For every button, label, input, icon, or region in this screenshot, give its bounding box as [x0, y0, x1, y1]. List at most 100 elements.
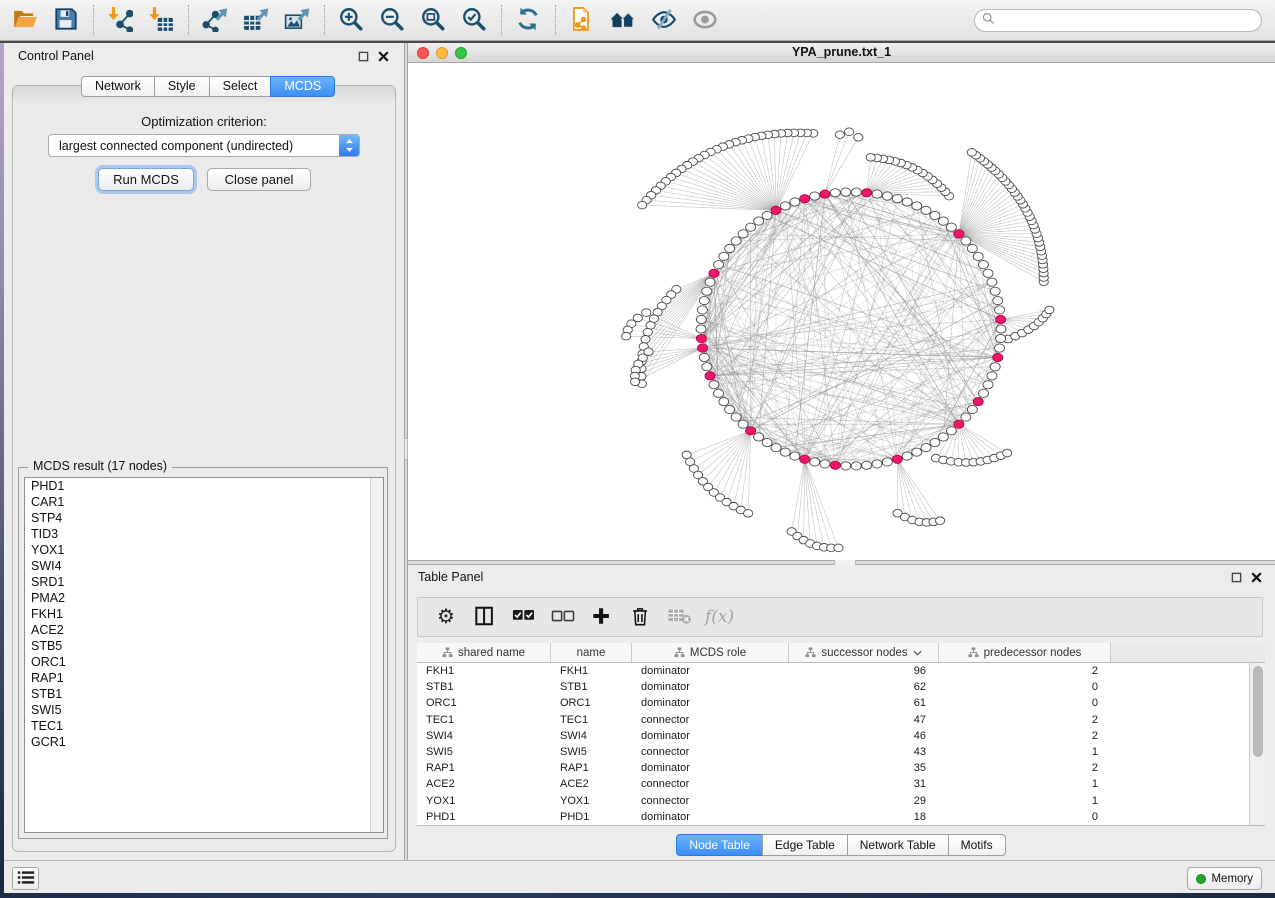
export-table-button[interactable] — [239, 4, 273, 36]
float-icon[interactable] — [1230, 571, 1243, 584]
mcds-result-item[interactable]: CAR1 — [25, 494, 383, 510]
mcds-result-item[interactable]: ORC1 — [25, 654, 383, 670]
cell-mcds-role: connector — [632, 776, 789, 792]
export-network-button[interactable] — [198, 4, 232, 36]
mcds-result-list[interactable]: PHD1CAR1STP4TID3YOX1SWI4SRD1PMA2FKH1ACE2… — [24, 477, 384, 833]
columns-button[interactable] — [471, 602, 499, 632]
mcds-result-item[interactable]: SWI4 — [25, 558, 383, 574]
table-row[interactable]: STB1STB1dominator620 — [417, 679, 1265, 695]
mcds-result-item[interactable]: YOX1 — [25, 542, 383, 558]
tab-mcds[interactable]: MCDS — [270, 76, 335, 97]
hide-selected-button[interactable] — [647, 4, 681, 36]
table-row[interactable]: TEC1TEC1connector472 — [417, 712, 1265, 728]
cell-successor-nodes: 47 — [789, 712, 939, 728]
save-session-button[interactable] — [49, 4, 83, 36]
network-window-titlebar[interactable]: YPA_prune.txt_1 — [408, 43, 1275, 63]
mcds-result-item[interactable]: PMA2 — [25, 590, 383, 606]
tab-style[interactable]: Style — [154, 76, 210, 97]
tab-edge-table[interactable]: Edge Table — [762, 834, 848, 856]
cell-mcds-role: dominator — [632, 728, 789, 744]
delete-column-button[interactable] — [666, 602, 694, 632]
mcds-result-item[interactable]: SRD1 — [25, 574, 383, 590]
column-header-mcds-role[interactable]: MCDS role — [632, 643, 789, 662]
column-header-name[interactable]: name — [551, 643, 632, 662]
cell-name: SWI5 — [551, 744, 632, 760]
cell-shared-name: ACE2 — [417, 776, 551, 792]
memory-button[interactable]: Memory — [1187, 867, 1262, 890]
node-table[interactable]: shared namenameMCDS rolesuccessor nodes p… — [417, 643, 1265, 826]
tab-select[interactable]: Select — [209, 76, 272, 97]
window-minimize-icon[interactable] — [436, 47, 448, 59]
cell-predecessor-nodes: 1 — [939, 744, 1111, 760]
table-row[interactable]: SWI4SWI4dominator462 — [417, 728, 1265, 744]
zoom-fit-button[interactable] — [416, 4, 450, 36]
select-all-button[interactable] — [510, 602, 538, 632]
mcds-result-item[interactable]: RAP1 — [25, 670, 383, 686]
cell-shared-name: RAP1 — [417, 760, 551, 776]
search-input[interactable] — [996, 11, 1261, 30]
column-header-shared-name[interactable]: shared name — [417, 643, 551, 662]
show-all-button[interactable] — [688, 4, 722, 36]
mcds-result-item[interactable]: ACE2 — [25, 622, 383, 638]
mcds-result-item[interactable]: STB1 — [25, 686, 383, 702]
window-maximize-icon[interactable] — [455, 47, 467, 59]
task-history-button[interactable] — [12, 867, 39, 890]
cell-predecessor-nodes: 2 — [939, 663, 1111, 679]
table-row[interactable]: RAP1RAP1dominator352 — [417, 760, 1265, 776]
zoom-in-button[interactable] — [334, 4, 368, 36]
table-row[interactable]: ACE2ACE2connector311 — [417, 776, 1265, 792]
tab-motifs[interactable]: Motifs — [948, 834, 1006, 856]
tab-network-table[interactable]: Network Table — [847, 834, 949, 856]
column-type-icon — [442, 647, 453, 658]
window-close-icon[interactable] — [417, 47, 429, 59]
network-graph[interactable] — [408, 63, 1275, 560]
table-scrollbar[interactable] — [1249, 663, 1265, 825]
zoom-selected-button[interactable] — [457, 4, 491, 36]
refresh-button[interactable] — [511, 4, 545, 36]
tab-node-table[interactable]: Node Table — [676, 834, 763, 856]
table-row[interactable]: FKH1FKH1dominator962 — [417, 663, 1265, 679]
export-image-button[interactable] — [280, 4, 314, 36]
mcds-result-item[interactable]: FKH1 — [25, 606, 383, 622]
open-file-button[interactable] — [8, 4, 42, 36]
tab-network[interactable]: Network — [81, 76, 155, 97]
mcds-result-item[interactable]: TEC1 — [25, 718, 383, 734]
cell-mcds-role: dominator — [632, 679, 789, 695]
search-box[interactable] — [974, 9, 1262, 32]
close-icon[interactable] — [377, 50, 390, 63]
mcds-result-item[interactable]: PHD1 — [25, 478, 383, 494]
table-scrollbar-thumb[interactable] — [1253, 666, 1263, 757]
zoom-out-button[interactable] — [375, 4, 409, 36]
import-network-button[interactable] — [103, 4, 137, 36]
column-header-predecessor-nodes[interactable]: predecessor nodes — [939, 643, 1111, 662]
close-panel-button[interactable]: Close panel — [207, 168, 311, 191]
network-window-title: YPA_prune.txt_1 — [408, 43, 1275, 62]
function-builder-button[interactable]: f(x) — [705, 602, 734, 632]
network-view-canvas[interactable] — [408, 63, 1275, 560]
column-header-successor-nodes[interactable]: successor nodes — [789, 643, 939, 662]
table-row[interactable]: ORC1ORC1dominator610 — [417, 695, 1265, 711]
run-mcds-button[interactable]: Run MCDS — [98, 168, 194, 191]
mcds-list-scrollbar[interactable] — [370, 478, 383, 832]
desktop-wallpaper-bottom — [0, 893, 1275, 898]
float-icon[interactable] — [357, 50, 370, 63]
add-row-button[interactable] — [588, 602, 616, 632]
column-label: predecessor nodes — [984, 647, 1082, 659]
settings-button[interactable]: ⚙ — [432, 602, 460, 632]
mcds-result-item[interactable]: SWI5 — [25, 702, 383, 718]
table-row[interactable]: PHD1PHD1dominator180 — [417, 809, 1265, 825]
unselect-all-button[interactable] — [549, 602, 577, 632]
table-row[interactable]: SWI5SWI5connector431 — [417, 744, 1265, 760]
mcds-result-item[interactable]: GCR1 — [25, 734, 383, 750]
mcds-result-item[interactable]: TID3 — [25, 526, 383, 542]
mcds-result-item[interactable]: STB5 — [25, 638, 383, 654]
clone-network-button[interactable] — [565, 4, 599, 36]
close-icon[interactable] — [1250, 571, 1263, 584]
import-table-button[interactable] — [144, 4, 178, 36]
first-neighbors-button[interactable] — [606, 4, 640, 36]
mcds-result-item[interactable]: STP4 — [25, 510, 383, 526]
table-row[interactable]: YOX1YOX1connector291 — [417, 793, 1265, 809]
delete-row-button[interactable] — [627, 602, 655, 632]
select-stepper-icon — [339, 135, 359, 156]
optimization-select[interactable]: largest connected component (undirected) — [48, 134, 360, 157]
